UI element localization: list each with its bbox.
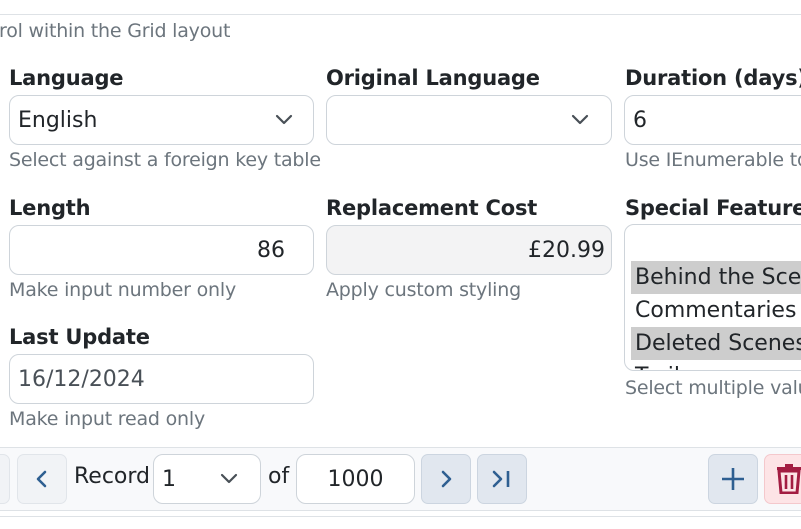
trash-icon: [777, 464, 801, 494]
bottom-divider: [0, 516, 801, 517]
replacement-cost-input[interactable]: £20.99: [326, 225, 612, 275]
duration-input[interactable]: 6: [624, 95, 801, 145]
replacement-cost-label: Replacement Cost: [326, 196, 538, 220]
length-hint: Make input number only: [9, 279, 236, 301]
length-input[interactable]: 86: [9, 225, 314, 275]
chevron-last-icon: [492, 470, 510, 488]
duration-input-value: 6: [633, 107, 647, 133]
special-features-option[interactable]: Behind the Scenes: [631, 261, 801, 294]
chevron-right-icon: [441, 470, 452, 488]
length-label: Length: [9, 196, 91, 220]
delete-record-button[interactable]: [764, 454, 801, 504]
special-features-hint: Select multiple valu: [625, 377, 801, 399]
of-label: of: [268, 464, 290, 489]
previous-record-button[interactable]: [17, 454, 67, 504]
chevron-down-icon: [571, 114, 589, 125]
duration-label: Duration (days): [625, 66, 801, 90]
replacement-cost-hint: Apply custom styling: [326, 279, 521, 301]
first-record-button[interactable]: [0, 454, 10, 504]
duration-hint: Use IEnumerable to: [625, 149, 801, 171]
section-description: rol within the Grid layout: [0, 20, 231, 42]
add-record-button[interactable]: [708, 454, 758, 504]
special-features-option[interactable]: Commentaries: [631, 294, 801, 327]
special-features-listbox[interactable]: Behind the Scenes Commentaries Deleted S…: [624, 224, 801, 371]
special-features-option[interactable]: Trailers: [631, 360, 801, 370]
record-number-select[interactable]: 1: [153, 454, 261, 504]
original-language-select[interactable]: [326, 95, 612, 145]
chevron-down-icon: [275, 114, 293, 125]
language-hint: Select against a foreign key table: [9, 149, 321, 171]
language-select[interactable]: English: [9, 95, 314, 145]
record-number-value: 1: [162, 466, 176, 492]
replacement-cost-input-value: £20.99: [528, 237, 605, 263]
original-language-label: Original Language: [326, 66, 540, 90]
last-update-label: Last Update: [9, 325, 150, 349]
plus-icon: [722, 468, 744, 490]
special-features-label: Special Features: [625, 196, 801, 220]
record-label: Record: [74, 464, 151, 489]
last-update-input-value: 16/12/2024: [18, 366, 145, 392]
chevron-down-icon: [220, 473, 238, 484]
special-features-option[interactable]: Deleted Scenes: [631, 327, 801, 360]
language-label: Language: [9, 66, 124, 90]
chevron-left-icon: [36, 470, 47, 488]
last-update-input[interactable]: 16/12/2024: [9, 354, 314, 404]
length-input-value: 86: [257, 237, 285, 263]
total-records-value: 1000: [327, 466, 384, 492]
top-divider: [0, 14, 801, 15]
total-records-field: 1000: [296, 454, 415, 504]
next-record-button[interactable]: [421, 454, 471, 504]
last-update-hint: Make input read only: [9, 408, 206, 430]
last-record-button[interactable]: [477, 454, 527, 504]
language-select-value: English: [18, 107, 98, 133]
